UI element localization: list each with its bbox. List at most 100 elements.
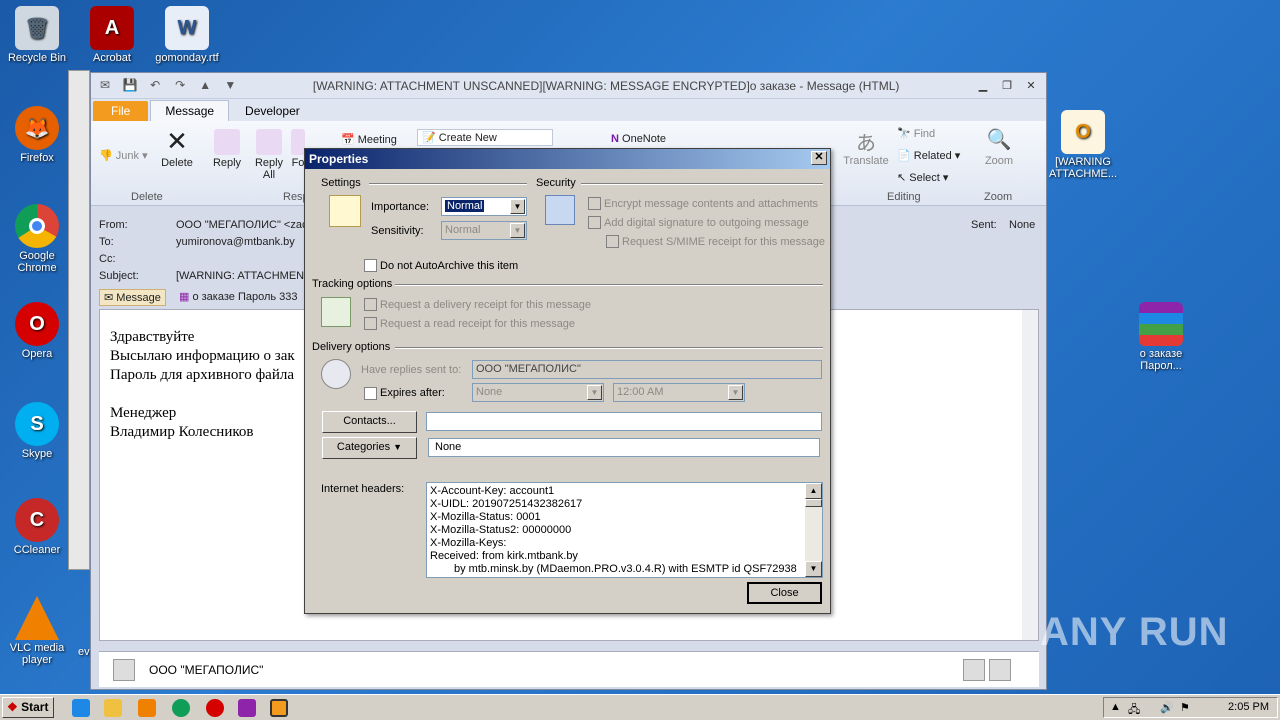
delete-button[interactable]: ✕ Delete	[157, 128, 197, 169]
ie-icon[interactable]	[72, 699, 90, 717]
body-scrollbar[interactable]	[1022, 310, 1038, 640]
internet-headers-textarea[interactable]: X-Account-Key: account1 X-UIDL: 20190725…	[426, 482, 823, 578]
meeting-button[interactable]: 📅 Meeting	[341, 133, 397, 146]
chrome-icon	[15, 204, 59, 248]
expires-time-select[interactable]: 12:00 AM ▼	[613, 383, 745, 402]
desktop-icon-ccleaner[interactable]: C CCleaner	[2, 498, 72, 556]
onenote-icon: N	[611, 133, 619, 145]
down-arrow-icon[interactable]: ▼	[222, 78, 238, 94]
redo-icon[interactable]: ↷	[172, 78, 188, 94]
contacts-button[interactable]: Contacts...	[322, 411, 417, 433]
autoarchive-checkbox[interactable]	[364, 259, 377, 272]
replies-label: Have replies sent to:	[361, 364, 462, 376]
importance-select[interactable]: Normal ▼	[441, 197, 527, 216]
scroll-up-icon[interactable]: ▲	[805, 483, 822, 499]
forward-button[interactable]: Fo	[291, 129, 305, 169]
dialog-close-x-button[interactable]: ✕	[811, 151, 827, 165]
desktop-icon-chrome[interactable]: Google Chrome	[2, 204, 72, 274]
find-button[interactable]: 🔭 Find	[897, 127, 935, 140]
start-button[interactable]: ❖ Start	[2, 697, 54, 718]
desktop-icon-warning-msg[interactable]: O [WARNING ATTACHME...	[1048, 110, 1118, 180]
desktop-icon-skype[interactable]: S Skype	[2, 402, 72, 460]
minimize-button[interactable]: ▁	[974, 79, 992, 93]
taskbar: ❖ Start ▲ 🖧 🔊 ⚑ 2:05 PM	[0, 694, 1280, 720]
onenote-button[interactable]: N OneNote	[611, 133, 666, 145]
tab-file[interactable]: File	[93, 101, 149, 121]
group-label-editing: Editing	[887, 191, 921, 203]
chrome-taskbar-icon[interactable]	[172, 699, 190, 717]
replies-field[interactable]: ООО "МЕГАПОЛИС"	[472, 360, 822, 379]
related-button[interactable]: 📄 Related ▾	[897, 149, 960, 162]
attachment-item[interactable]: ▦ о заказе Пароль 333	[179, 290, 298, 303]
sensitivity-select[interactable]: Normal ▼	[441, 221, 527, 240]
people-pane-name[interactable]: ООО "МЕГАПОЛИС"	[149, 663, 263, 677]
zoom-button[interactable]: 🔍 Zoom	[979, 127, 1019, 167]
select-button[interactable]: ↖ Select ▾	[897, 171, 948, 184]
cursor-icon: ↖	[897, 172, 907, 184]
close-window-button[interactable]: ✕	[1022, 79, 1040, 93]
background-window-edge	[68, 70, 90, 570]
expires-date-select[interactable]: None ▼	[472, 383, 604, 402]
people-avatar-icon	[989, 659, 1011, 681]
volume-icon[interactable]: 🔊	[1160, 701, 1174, 714]
up-arrow-icon[interactable]: ▲	[197, 78, 213, 94]
reply-button[interactable]: Reply	[207, 129, 247, 169]
opera-taskbar-icon[interactable]	[206, 699, 224, 717]
restore-button[interactable]: ❐	[998, 79, 1016, 93]
expires-checkbox[interactable]	[364, 387, 377, 400]
encrypt-checkbox[interactable]	[588, 197, 601, 210]
save-icon[interactable]: 💾	[122, 78, 138, 94]
tab-message[interactable]: Message	[150, 100, 230, 121]
desktop-icon-word-doc[interactable]: W gomonday.rtf	[152, 6, 222, 64]
read-receipt-checkbox[interactable]	[364, 317, 377, 330]
desktop-icon-rar-archive[interactable]: о заказе Парол...	[1126, 302, 1196, 372]
undo-icon[interactable]: ↶	[147, 78, 163, 94]
smime-checkbox[interactable]	[606, 235, 619, 248]
chevron-down-icon: ▼	[587, 385, 602, 400]
explorer-folder-icon[interactable]	[104, 699, 122, 717]
tracking-icon	[321, 297, 351, 327]
quick-access-toolbar: ✉ 💾 ↶ ↷ ▲ ▼	[91, 78, 238, 94]
header-line: by mtb.minsk.by (MDaemon.PRO.v3.0.4.R) w…	[454, 563, 797, 575]
autoarchive-label: Do not AutoArchive this item	[380, 260, 519, 272]
outlook-taskbar-icon[interactable]	[270, 699, 288, 717]
desktop-icon-vlc[interactable]: VLC media player	[2, 596, 72, 666]
tab-developer[interactable]: Developer	[231, 101, 314, 121]
message-tab[interactable]: ✉ Message	[99, 289, 166, 306]
create-new-button[interactable]: 📝 Create New	[417, 129, 553, 146]
headers-scrollbar[interactable]: ▲ ▼	[805, 483, 822, 577]
desktop-icon-recycle-bin[interactable]: 🗑 Recycle Bin	[2, 6, 72, 64]
desktop-icon-opera[interactable]: O Opera	[2, 302, 72, 360]
skype-icon: S	[15, 402, 59, 446]
contacts-field[interactable]	[426, 412, 822, 431]
dialog-titlebar: Properties ✕	[305, 149, 830, 169]
reply-all-icon	[256, 129, 282, 155]
close-button[interactable]: Close	[747, 582, 822, 604]
delivery-receipt-checkbox[interactable]	[364, 298, 377, 311]
magnifier-icon: 🔍	[986, 129, 1012, 151]
people-pane: ООО "МЕГАПОЛИС"	[99, 651, 1039, 687]
desktop-icon-acrobat[interactable]: A Acrobat	[77, 6, 147, 64]
network-icon[interactable]: 🖧	[1128, 701, 1140, 720]
from-value[interactable]: ООО "МЕГАПОЛИС" <zacc	[176, 219, 313, 231]
encrypt-label: Encrypt message contents and attachments	[604, 198, 819, 210]
clock[interactable]: 2:05 PM	[1228, 701, 1269, 713]
junk-button[interactable]: 👎 Junk ▾	[99, 149, 148, 162]
translate-button[interactable]: あ Translate	[841, 127, 891, 167]
header-line: X-Mozilla-Keys:	[430, 537, 507, 549]
categories-field[interactable]: None	[428, 438, 820, 457]
anyrun-watermark: ANY RUN	[1040, 610, 1229, 654]
winrar-taskbar-icon[interactable]	[238, 699, 256, 717]
scroll-down-icon[interactable]: ▼	[805, 561, 822, 577]
signature-checkbox[interactable]	[588, 216, 601, 229]
tray-up-arrow-icon[interactable]: ▲	[1110, 701, 1121, 713]
media-player-icon[interactable]	[138, 699, 156, 717]
recycle-bin-icon: 🗑	[15, 6, 59, 50]
flag-icon[interactable]: ⚑	[1180, 701, 1190, 714]
categories-button[interactable]: Categories ▼	[322, 437, 417, 459]
reply-all-button[interactable]: Reply All	[251, 129, 287, 181]
scroll-thumb[interactable]	[805, 499, 822, 507]
to-value[interactable]: yumironova@mtbank.by	[176, 236, 295, 248]
desktop-icon-firefox[interactable]: 🦊 Firefox	[2, 106, 72, 164]
expires-label: Expires after:	[380, 387, 445, 399]
